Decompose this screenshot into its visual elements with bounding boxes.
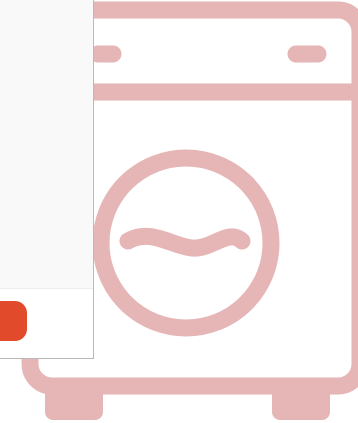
page: [0, 0, 358, 423]
modal-panel: [0, 0, 94, 359]
modal-body: [0, 0, 93, 288]
primary-button[interactable]: [0, 301, 27, 341]
modal-footer: [0, 288, 93, 358]
